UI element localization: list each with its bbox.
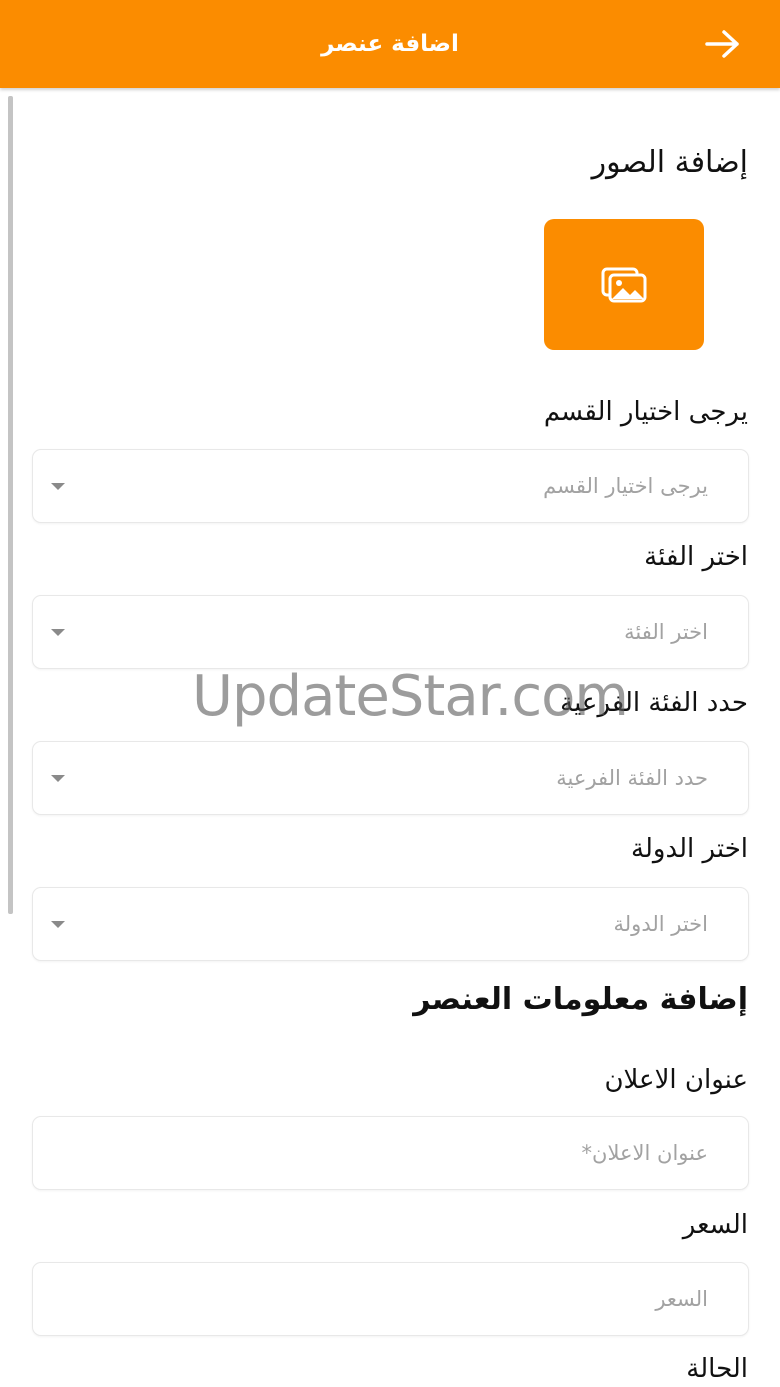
arrow-right-icon (705, 30, 739, 58)
price-input[interactable] (33, 1263, 748, 1335)
ad-title-label: عنوان الاعلان (604, 1065, 748, 1095)
scrollbar[interactable] (8, 96, 13, 914)
app-bar: اضافة عنصر (0, 0, 780, 88)
category-section-label: يرجى اختيار القسم (543, 397, 748, 427)
price-field[interactable] (32, 1262, 749, 1336)
dropdown-caret-icon (51, 775, 65, 782)
item-info-title: إضافة معلومات العنصر (413, 982, 748, 1017)
back-button[interactable] (697, 22, 749, 66)
category-select-placeholder: اختر الفئة (624, 620, 708, 644)
add-photo-button[interactable] (544, 219, 704, 350)
image-gallery-icon (601, 267, 647, 302)
country-select[interactable]: اختر الدولة (32, 887, 749, 961)
dropdown-caret-icon (51, 483, 65, 490)
country-select-placeholder: اختر الدولة (613, 912, 708, 936)
status-label: الحالة (686, 1354, 748, 1384)
country-label: اختر الدولة (631, 834, 748, 864)
price-label: السعر (682, 1210, 748, 1240)
page-title: اضافة عنصر (321, 31, 459, 57)
dropdown-caret-icon (51, 629, 65, 636)
subcategory-label: حدد الفئة الفرعية (560, 688, 748, 718)
add-photos-title: إضافة الصور (591, 145, 748, 180)
subcategory-select[interactable]: حدد الفئة الفرعية (32, 741, 749, 815)
subcategory-select-placeholder: حدد الفئة الفرعية (556, 766, 708, 790)
section-select[interactable]: يرجى اختيار القسم (32, 449, 749, 523)
ad-title-input[interactable] (33, 1117, 748, 1189)
category-label: اختر الفئة (644, 542, 748, 572)
section-select-placeholder: يرجى اختيار القسم (543, 474, 708, 498)
category-select[interactable]: اختر الفئة (32, 595, 749, 669)
dropdown-caret-icon (51, 921, 65, 928)
ad-title-field[interactable] (32, 1116, 749, 1190)
